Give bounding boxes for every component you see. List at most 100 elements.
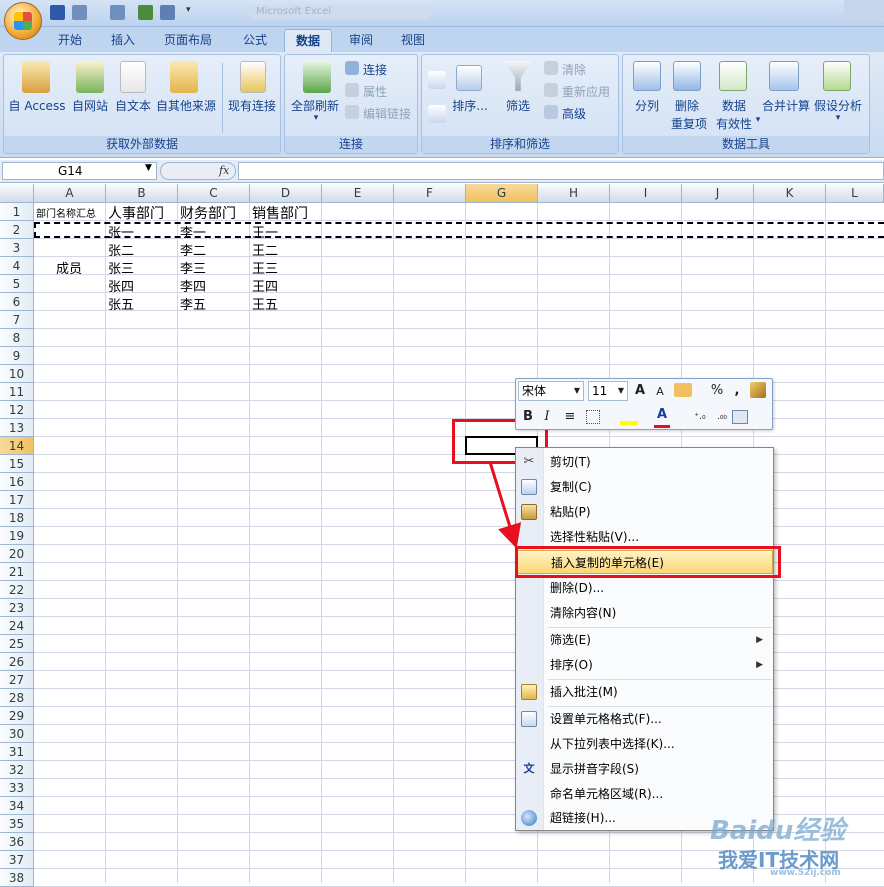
advanced-button[interactable]: 高级: [562, 105, 586, 122]
column-header[interactable]: F: [394, 184, 466, 203]
formula-input[interactable]: [238, 162, 884, 180]
what-if-analysis-button[interactable]: 假设分析: [813, 97, 863, 114]
cell-b6[interactable]: 张五: [108, 294, 134, 313]
tab-insert[interactable]: 插入: [100, 29, 146, 52]
sort-ascending-icon[interactable]: [428, 71, 446, 89]
name-box-dropdown-icon[interactable]: ▼: [145, 163, 152, 173]
menu-item-clear-contents[interactable]: 清除内容(N): [516, 601, 773, 625]
menu-item-format-cells[interactable]: 设置单元格格式(F)...: [516, 707, 773, 731]
row-header[interactable]: 27: [0, 671, 34, 689]
accounting-format-icon[interactable]: [674, 383, 692, 397]
select-all-corner[interactable]: [0, 184, 34, 203]
row-header[interactable]: 1: [0, 203, 34, 221]
row-header[interactable]: 29: [0, 707, 34, 725]
shrink-font-icon[interactable]: A: [652, 382, 668, 402]
refresh-all-dropdown[interactable]: ▾: [293, 113, 339, 123]
insert-function-button[interactable]: fx: [160, 162, 236, 180]
column-header[interactable]: D: [250, 184, 322, 203]
from-text-button[interactable]: 自文本: [110, 97, 156, 114]
row-header[interactable]: 6: [0, 293, 34, 311]
tab-data[interactable]: 数据: [284, 29, 332, 52]
menu-item-name-range[interactable]: 命名单元格区域(R)...: [516, 782, 773, 806]
cell-c6[interactable]: 李五: [180, 294, 206, 313]
column-header[interactable]: L: [826, 184, 884, 203]
column-header[interactable]: H: [538, 184, 610, 203]
row-header[interactable]: 8: [0, 329, 34, 347]
tab-formulas[interactable]: 公式: [230, 29, 280, 52]
column-header[interactable]: K: [754, 184, 826, 203]
row-header[interactable]: 36: [0, 833, 34, 851]
menu-item-sort[interactable]: 排序(O) ▶: [516, 653, 773, 677]
cell-d3[interactable]: 王二: [252, 240, 278, 259]
row-header[interactable]: 16: [0, 473, 34, 491]
cell-b1[interactable]: 人事部门: [108, 203, 178, 223]
row-header[interactable]: 30: [0, 725, 34, 743]
undo-icon[interactable]: [72, 5, 87, 20]
menu-item-pick-from-list[interactable]: 从下拉列表中选择(K)...: [516, 732, 773, 756]
tab-home[interactable]: 开始: [48, 29, 92, 52]
menu-item-paste[interactable]: 粘贴(P): [516, 500, 773, 524]
from-access-button[interactable]: 自 Access: [8, 97, 66, 114]
menu-item-cut[interactable]: ✂ 剪切(T): [516, 450, 773, 474]
refresh-all-button[interactable]: 全部刷新: [287, 97, 343, 114]
row-header[interactable]: 25: [0, 635, 34, 653]
cell-c4[interactable]: 李三: [180, 258, 206, 277]
form-icon[interactable]: [160, 5, 175, 20]
row-header[interactable]: 23: [0, 599, 34, 617]
row-header[interactable]: 21: [0, 563, 34, 581]
window-controls[interactable]: [844, 0, 884, 22]
remove-duplicates-button[interactable]: 删除: [669, 97, 705, 114]
column-header[interactable]: E: [322, 184, 394, 203]
menu-item-delete[interactable]: 删除(D)...: [516, 576, 773, 600]
comma-button[interactable]: ,: [730, 381, 744, 401]
existing-connections-button[interactable]: 现有连接: [224, 97, 280, 114]
row-header[interactable]: 19: [0, 527, 34, 545]
row-header[interactable]: 5: [0, 275, 34, 293]
reapply-button[interactable]: 重新应用: [562, 83, 610, 100]
menu-item-show-phonetic[interactable]: 文 显示拼音字段(S): [516, 757, 773, 781]
cell-c3[interactable]: 李二: [180, 240, 206, 259]
row-header[interactable]: 7: [0, 311, 34, 329]
row-header[interactable]: 17: [0, 491, 34, 509]
column-header[interactable]: G: [466, 184, 538, 203]
row-header[interactable]: 32: [0, 761, 34, 779]
decrease-decimal-icon[interactable]: .₀₀: [712, 407, 732, 427]
increase-decimal-icon[interactable]: ⁺.₀: [690, 407, 710, 427]
row-header[interactable]: 11: [0, 383, 34, 401]
cell-a4[interactable]: 成员: [56, 258, 82, 277]
font-color-icon[interactable]: A: [654, 405, 670, 428]
row-header[interactable]: 33: [0, 779, 34, 797]
italic-button[interactable]: I: [540, 407, 554, 427]
office-button[interactable]: [4, 2, 42, 40]
customize-qat-icon[interactable]: ▾: [186, 5, 196, 20]
cell-d5[interactable]: 王四: [252, 276, 278, 295]
row-header[interactable]: 35: [0, 815, 34, 833]
row-header[interactable]: 28: [0, 689, 34, 707]
menu-item-insert-comment[interactable]: 插入批注(M): [516, 680, 773, 704]
row-header[interactable]: 3: [0, 239, 34, 257]
percent-button[interactable]: %: [710, 381, 724, 401]
row-header[interactable]: 4: [0, 257, 34, 275]
row-header[interactable]: 26: [0, 653, 34, 671]
cell-d4[interactable]: 王三: [252, 258, 278, 277]
row-header[interactable]: 9: [0, 347, 34, 365]
row-header[interactable]: 18: [0, 509, 34, 527]
format-painter-icon[interactable]: [750, 382, 766, 398]
row-header[interactable]: 20: [0, 545, 34, 563]
cell-b3[interactable]: 张二: [108, 240, 134, 259]
clear-button[interactable]: 清除: [562, 61, 586, 78]
bold-button[interactable]: B: [520, 407, 536, 427]
filter-button[interactable]: 筛选: [500, 97, 536, 114]
from-other-sources-button[interactable]: 自其他来源: [154, 97, 218, 114]
redo-icon[interactable]: [110, 5, 125, 20]
font-name-dropdown-icon[interactable]: ▼: [572, 381, 582, 401]
data-validation-button[interactable]: 数据: [717, 97, 751, 114]
fill-color-icon[interactable]: [620, 409, 638, 425]
menu-item-filter[interactable]: 筛选(E) ▶: [516, 628, 773, 652]
font-size-dropdown-icon[interactable]: ▼: [616, 381, 626, 401]
properties-button[interactable]: 属性: [363, 83, 387, 100]
row-header[interactable]: 24: [0, 617, 34, 635]
column-header[interactable]: C: [178, 184, 250, 203]
row-header[interactable]: 10: [0, 365, 34, 383]
what-if-dropdown[interactable]: ▾: [833, 113, 843, 123]
